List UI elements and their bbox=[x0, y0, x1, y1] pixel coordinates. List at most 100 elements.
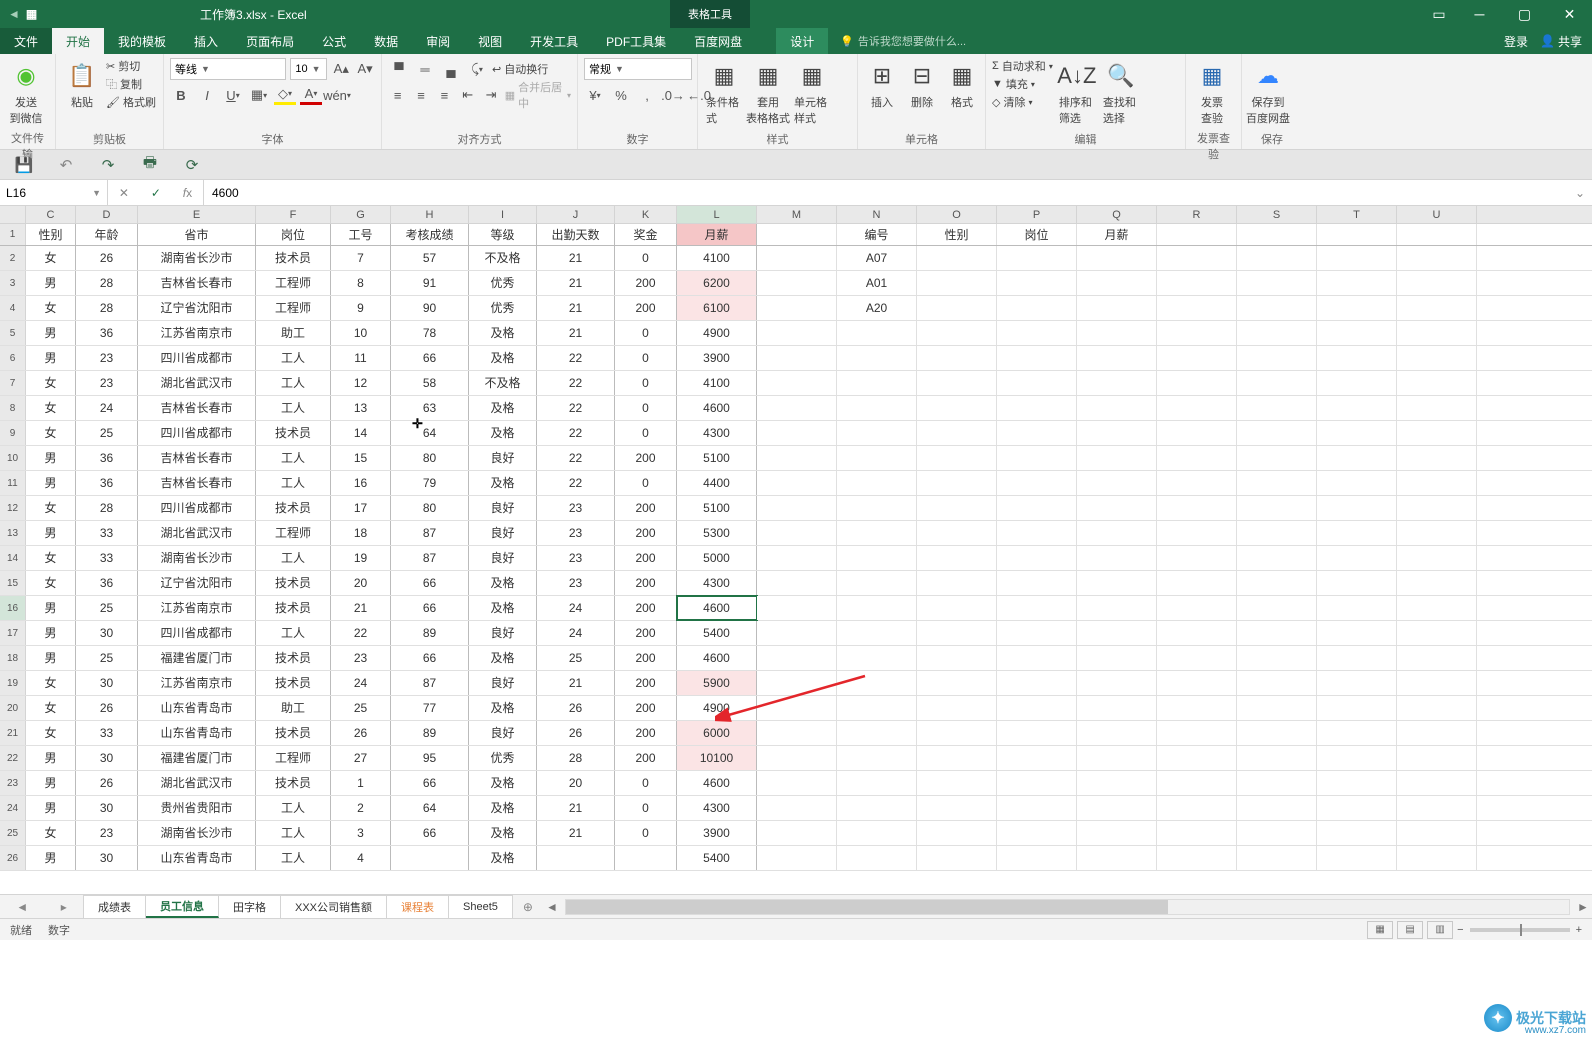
cell[interactable]: 女 bbox=[26, 396, 76, 420]
number-format-combo[interactable]: 常规▼ bbox=[584, 58, 692, 80]
cell[interactable]: 200 bbox=[615, 496, 677, 520]
cell[interactable]: 月薪 bbox=[677, 224, 757, 245]
cell[interactable] bbox=[757, 271, 837, 295]
save-baidu-button[interactable]: ☁保存到 百度网盘 bbox=[1248, 58, 1288, 128]
bold-button[interactable]: B bbox=[170, 85, 192, 105]
cell[interactable]: 14 bbox=[331, 421, 391, 445]
cell[interactable]: 17 bbox=[331, 496, 391, 520]
col-header-H[interactable]: H bbox=[391, 206, 469, 223]
cell[interactable]: 工程师 bbox=[256, 746, 331, 770]
cell[interactable] bbox=[837, 521, 917, 545]
cell[interactable] bbox=[1397, 671, 1477, 695]
cell[interactable]: 不及格 bbox=[469, 371, 537, 395]
cell[interactable]: 200 bbox=[615, 271, 677, 295]
cell[interactable] bbox=[1237, 596, 1317, 620]
cell[interactable]: 0 bbox=[615, 346, 677, 370]
cell[interactable] bbox=[997, 671, 1077, 695]
cell[interactable] bbox=[1077, 246, 1157, 270]
expand-formula-bar-button[interactable]: ⌄ bbox=[1568, 180, 1592, 205]
cell[interactable]: 男 bbox=[26, 796, 76, 820]
sheet-tab-1[interactable]: 成绩表 bbox=[84, 895, 146, 918]
cell[interactable] bbox=[1157, 271, 1237, 295]
cell[interactable]: 33 bbox=[76, 521, 138, 545]
cell[interactable]: 工人 bbox=[256, 796, 331, 820]
cell[interactable] bbox=[917, 721, 997, 745]
name-box[interactable]: L16▼ bbox=[0, 180, 108, 205]
cell[interactable] bbox=[997, 346, 1077, 370]
phonetic-button[interactable]: wén▾ bbox=[326, 85, 348, 105]
cell[interactable] bbox=[997, 746, 1077, 770]
cell[interactable]: 91 bbox=[391, 271, 469, 295]
cell[interactable]: 66 bbox=[391, 571, 469, 595]
sheet-tab-5[interactable]: 课程表 bbox=[387, 895, 449, 918]
cell[interactable] bbox=[1317, 496, 1397, 520]
chevron-down-icon[interactable]: ▼ bbox=[92, 188, 101, 198]
indent-inc-button[interactable]: ⇥ bbox=[481, 85, 500, 105]
col-header-R[interactable]: R bbox=[1157, 206, 1237, 223]
fill-button[interactable]: ▼填充▾ bbox=[992, 76, 1053, 92]
cell[interactable]: A01 bbox=[837, 271, 917, 295]
cell[interactable]: 优秀 bbox=[469, 271, 537, 295]
cell[interactable] bbox=[1077, 846, 1157, 870]
row-header[interactable]: 6 bbox=[0, 346, 26, 370]
normal-view-button[interactable]: ▦ bbox=[1367, 921, 1393, 939]
cell[interactable] bbox=[1397, 771, 1477, 795]
cell[interactable] bbox=[1237, 621, 1317, 645]
cell[interactable] bbox=[997, 296, 1077, 320]
send-wechat-button[interactable]: ◉发送 到微信 bbox=[6, 58, 46, 128]
cell[interactable]: 2 bbox=[331, 796, 391, 820]
cell[interactable] bbox=[1237, 296, 1317, 320]
cell[interactable]: 79 bbox=[391, 471, 469, 495]
row-header[interactable]: 12 bbox=[0, 496, 26, 520]
horizontal-scrollbar[interactable]: ◄ ► bbox=[543, 895, 1592, 918]
cell[interactable]: 22 bbox=[537, 421, 615, 445]
cell[interactable]: 22 bbox=[331, 621, 391, 645]
col-header-M[interactable]: M bbox=[757, 206, 837, 223]
cell[interactable] bbox=[1397, 296, 1477, 320]
cell[interactable] bbox=[757, 346, 837, 370]
cell[interactable] bbox=[917, 621, 997, 645]
cell[interactable]: 66 bbox=[391, 821, 469, 845]
cell[interactable]: 及格 bbox=[469, 346, 537, 370]
cell[interactable]: 89 bbox=[391, 721, 469, 745]
cell[interactable] bbox=[1077, 546, 1157, 570]
cell[interactable] bbox=[1157, 421, 1237, 445]
cell[interactable]: 男 bbox=[26, 446, 76, 470]
cell[interactable]: 80 bbox=[391, 496, 469, 520]
print-button[interactable]: 🖶 bbox=[140, 155, 160, 175]
cell[interactable] bbox=[1397, 496, 1477, 520]
cell[interactable]: 63 bbox=[391, 396, 469, 420]
row-header[interactable]: 5 bbox=[0, 321, 26, 345]
row-header[interactable]: 9 bbox=[0, 421, 26, 445]
cell[interactable]: 23 bbox=[537, 546, 615, 570]
cell[interactable] bbox=[837, 346, 917, 370]
cell[interactable] bbox=[757, 224, 837, 245]
cell[interactable] bbox=[837, 721, 917, 745]
zoom-control[interactable]: − + bbox=[1457, 924, 1582, 936]
cell[interactable] bbox=[837, 771, 917, 795]
cell[interactable] bbox=[1317, 571, 1397, 595]
cell[interactable]: 5400 bbox=[677, 846, 757, 870]
cell[interactable] bbox=[917, 546, 997, 570]
cell[interactable] bbox=[1317, 271, 1397, 295]
cell[interactable] bbox=[1397, 246, 1477, 270]
cell[interactable]: 及格 bbox=[469, 421, 537, 445]
cell[interactable]: 4 bbox=[331, 846, 391, 870]
align-top-button[interactable]: ▀ bbox=[388, 59, 410, 79]
cell[interactable]: 24 bbox=[331, 671, 391, 695]
cell[interactable]: 26 bbox=[537, 696, 615, 720]
cell[interactable]: 不及格 bbox=[469, 246, 537, 270]
cell[interactable]: 200 bbox=[615, 446, 677, 470]
tab-data[interactable]: 数据 bbox=[360, 28, 412, 54]
cell[interactable]: 4100 bbox=[677, 371, 757, 395]
cell[interactable] bbox=[997, 321, 1077, 345]
cell[interactable] bbox=[1397, 596, 1477, 620]
cell[interactable]: 24 bbox=[76, 396, 138, 420]
cell[interactable]: 山东省青岛市 bbox=[138, 696, 256, 720]
cell[interactable] bbox=[837, 396, 917, 420]
autosum-button[interactable]: Σ自动求和▾ bbox=[992, 58, 1053, 74]
row-header[interactable]: 25 bbox=[0, 821, 26, 845]
decrease-font-button[interactable]: A▾ bbox=[355, 59, 375, 79]
undo-button[interactable]: ↶ bbox=[56, 155, 76, 175]
cell[interactable]: 男 bbox=[26, 346, 76, 370]
